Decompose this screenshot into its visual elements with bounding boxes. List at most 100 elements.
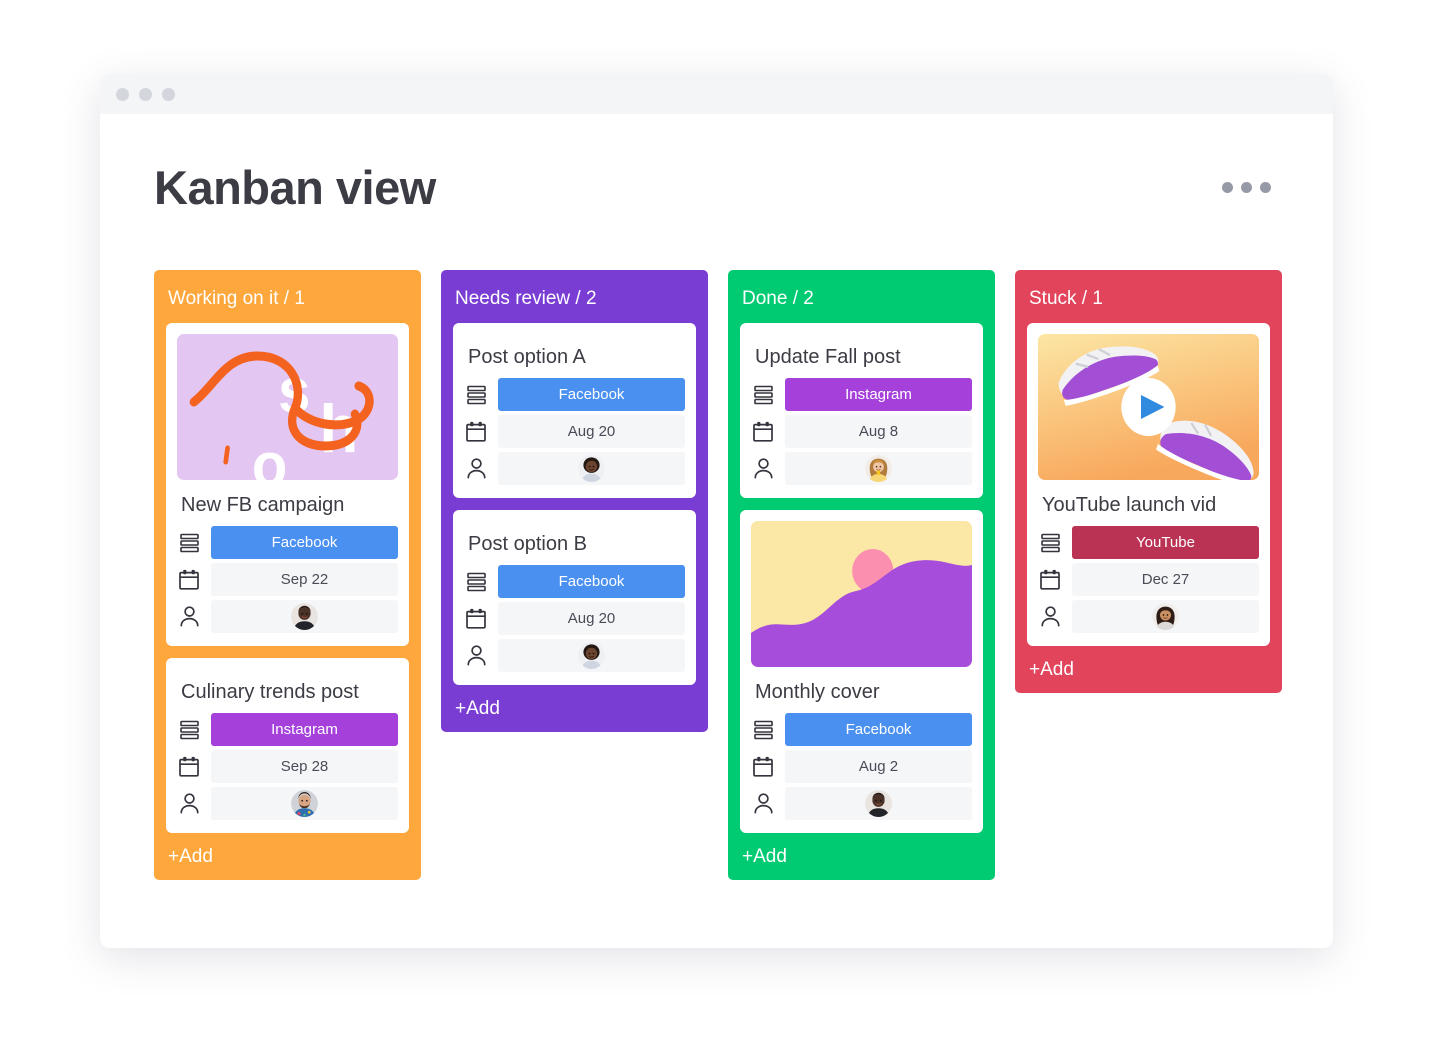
status-list-icon bbox=[751, 381, 775, 409]
card-thumbnail-landscape-artwork[interactable] bbox=[751, 521, 972, 667]
card-field-person bbox=[177, 600, 398, 633]
kanban-card-update-fall-post[interactable]: Update Fall post Instagram Aug 8 bbox=[740, 323, 983, 498]
status-list-icon bbox=[177, 716, 201, 744]
card-title: Post option A bbox=[468, 346, 586, 368]
person-icon bbox=[177, 603, 201, 631]
person-icon bbox=[464, 642, 488, 670]
calendar-icon bbox=[464, 605, 488, 633]
status-list-icon bbox=[464, 381, 488, 409]
card-field-person bbox=[751, 452, 972, 485]
kanban-card-youtube-launch-vid[interactable]: YouTube launch vid YouTube Dec 27 bbox=[1027, 323, 1270, 646]
date-value[interactable]: Aug 8 bbox=[785, 415, 972, 448]
page-header: Kanban view bbox=[154, 160, 1279, 215]
kanban-card-post-option-b[interactable]: Post option B Facebook Aug 20 bbox=[453, 510, 696, 685]
date-value[interactable]: Sep 22 bbox=[211, 563, 398, 596]
kanban-column-stuck: Stuck / 1 YouTube launch vid YouTube Dec… bbox=[1015, 270, 1282, 693]
maximize-dot[interactable] bbox=[162, 87, 175, 101]
date-value[interactable]: Dec 27 bbox=[1072, 563, 1259, 596]
date-value[interactable]: Aug 2 bbox=[785, 750, 972, 783]
date-value[interactable]: Sep 28 bbox=[211, 750, 398, 783]
card-field-status: Instagram bbox=[751, 378, 972, 411]
kanban-card-monthly-cover[interactable]: Monthly cover Facebook Aug 2 bbox=[740, 510, 983, 833]
card-thumbnail-sneaker-video[interactable] bbox=[1038, 334, 1259, 480]
column-header-needs-review: Needs review / 2 bbox=[455, 288, 597, 309]
kebab-dot bbox=[1241, 182, 1252, 193]
minimize-dot[interactable] bbox=[139, 87, 152, 101]
kanban-card-post-option-a[interactable]: Post option A Facebook Aug 20 bbox=[453, 323, 696, 498]
person-value[interactable] bbox=[1072, 600, 1259, 633]
person-value[interactable] bbox=[498, 639, 685, 672]
column-header-done: Done / 2 bbox=[742, 288, 814, 309]
person-value[interactable] bbox=[498, 452, 685, 485]
avatar[interactable] bbox=[865, 455, 892, 482]
more-options-icon[interactable] bbox=[1222, 182, 1271, 193]
column-cards-needs-review: Post option A Facebook Aug 20 Post optio… bbox=[441, 323, 708, 685]
status-chip[interactable]: Facebook bbox=[785, 713, 972, 746]
browser-window: Kanban view Working on it / 1 s h o New … bbox=[100, 74, 1333, 948]
calendar-icon bbox=[177, 566, 201, 594]
status-chip[interactable]: Instagram bbox=[785, 378, 972, 411]
date-value[interactable]: Aug 20 bbox=[498, 602, 685, 635]
card-field-status: Facebook bbox=[751, 713, 972, 746]
add-item-button-done[interactable]: +Add bbox=[728, 833, 995, 876]
person-icon bbox=[1038, 603, 1062, 631]
close-dot[interactable] bbox=[116, 87, 129, 101]
card-field-person bbox=[751, 787, 972, 820]
kanban-column-done: Done / 2 Update Fall post Instagram Aug 8… bbox=[728, 270, 995, 880]
calendar-icon bbox=[1038, 566, 1062, 594]
status-chip[interactable]: Facebook bbox=[211, 526, 398, 559]
card-field-status: Instagram bbox=[177, 713, 398, 746]
card-thumbnail-shoelace-artwork[interactable]: s h o bbox=[177, 334, 398, 480]
status-chip[interactable]: Facebook bbox=[498, 565, 685, 598]
window-titlebar bbox=[100, 74, 1333, 114]
kebab-dot bbox=[1222, 182, 1233, 193]
avatar[interactable] bbox=[865, 790, 892, 817]
card-field-person bbox=[464, 639, 685, 672]
person-icon bbox=[751, 455, 775, 483]
card-field-person bbox=[464, 452, 685, 485]
avatar[interactable] bbox=[291, 790, 318, 817]
kanban-card-culinary-trends-post[interactable]: Culinary trends post Instagram Sep 28 bbox=[166, 658, 409, 833]
card-title: Culinary trends post bbox=[181, 681, 359, 703]
status-chip[interactable]: Instagram bbox=[211, 713, 398, 746]
column-header-working-on-it: Working on it / 1 bbox=[168, 288, 305, 309]
status-chip[interactable]: Facebook bbox=[498, 378, 685, 411]
calendar-icon bbox=[464, 418, 488, 446]
avatar[interactable] bbox=[291, 603, 318, 630]
card-field-person bbox=[1038, 600, 1259, 633]
person-value[interactable] bbox=[785, 452, 972, 485]
avatar[interactable] bbox=[1152, 603, 1179, 630]
column-cards-stuck: YouTube launch vid YouTube Dec 27 bbox=[1015, 323, 1282, 646]
column-cards-working-on-it: s h o New FB campaign Facebook Sep 22 Cu… bbox=[154, 323, 421, 833]
person-icon bbox=[464, 455, 488, 483]
avatar[interactable] bbox=[578, 642, 605, 669]
person-value[interactable] bbox=[211, 787, 398, 820]
status-list-icon bbox=[177, 529, 201, 557]
column-header-stuck: Stuck / 1 bbox=[1029, 288, 1103, 309]
avatar[interactable] bbox=[578, 455, 605, 482]
person-value[interactable] bbox=[785, 787, 972, 820]
person-icon bbox=[177, 790, 201, 818]
calendar-icon bbox=[751, 753, 775, 781]
kanban-card-new-fb-campaign[interactable]: s h o New FB campaign Facebook Sep 22 bbox=[166, 323, 409, 646]
calendar-icon bbox=[751, 418, 775, 446]
card-field-date: Sep 22 bbox=[177, 563, 398, 596]
column-cards-done: Update Fall post Instagram Aug 8 Monthly… bbox=[728, 323, 995, 833]
kanban-column-working-on-it: Working on it / 1 s h o New FB campaign … bbox=[154, 270, 421, 880]
card-title: YouTube launch vid bbox=[1042, 494, 1217, 516]
add-item-button-stuck[interactable]: +Add bbox=[1015, 646, 1282, 689]
kebab-dot bbox=[1260, 182, 1271, 193]
card-field-date: Dec 27 bbox=[1038, 563, 1259, 596]
card-field-status: Facebook bbox=[464, 378, 685, 411]
card-field-date: Aug 2 bbox=[751, 750, 972, 783]
status-list-icon bbox=[1038, 529, 1062, 557]
status-chip[interactable]: YouTube bbox=[1072, 526, 1259, 559]
add-item-button-working-on-it[interactable]: +Add bbox=[154, 833, 421, 876]
card-field-date: Aug 20 bbox=[464, 415, 685, 448]
card-field-date: Sep 28 bbox=[177, 750, 398, 783]
add-item-button-needs-review[interactable]: +Add bbox=[441, 685, 708, 728]
person-value[interactable] bbox=[211, 600, 398, 633]
date-value[interactable]: Aug 20 bbox=[498, 415, 685, 448]
card-field-date: Aug 20 bbox=[464, 602, 685, 635]
card-title: New FB campaign bbox=[181, 494, 345, 516]
